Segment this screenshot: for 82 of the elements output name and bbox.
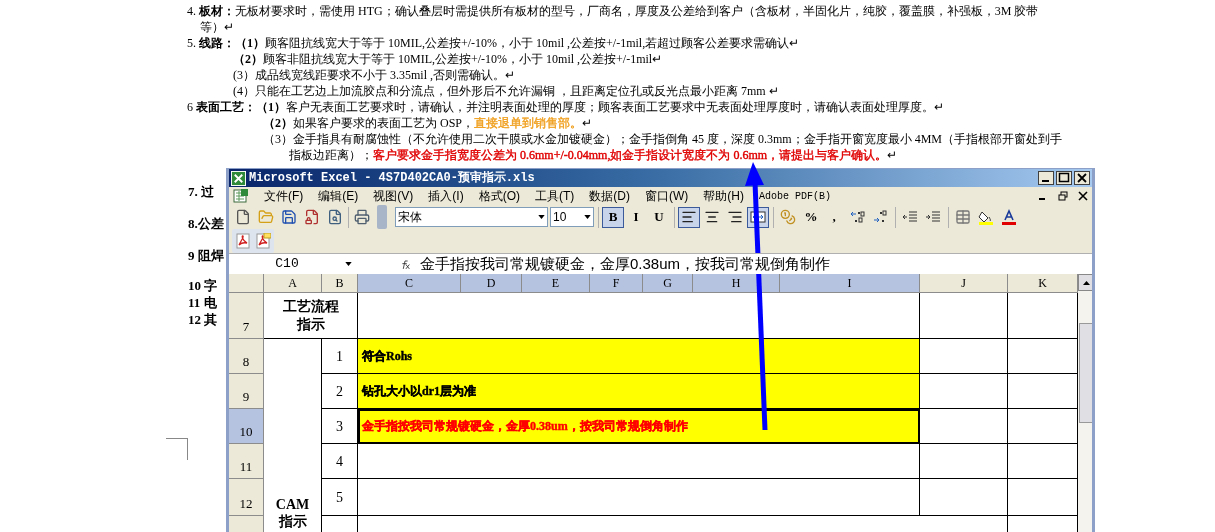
column-header[interactable]: J [920,274,1008,293]
menu-item[interactable]: 帮助(H) [703,187,744,205]
window-title: Microsoft Excel - 4S7D402CA0-预审指示.xls [249,170,535,187]
document-line: (3）成品线宽线距要求不小于 3.35mil ,否则需确认。↵ [232,67,516,83]
font-size-field[interactable]: 10 [550,207,594,227]
column-header[interactable]: D [461,274,522,293]
document-heading: 12 其 [188,312,219,328]
spreadsheet-app-icon [231,170,246,186]
formula-field[interactable]: 金手指按我司常规镀硬金，金厚0.38um，按我司常规倒角制作 [420,252,831,276]
pdf-icon[interactable] [235,233,251,249]
format-button[interactable]: % [800,206,822,228]
scroll-thumb[interactable] [1079,323,1092,423]
row-header[interactable]: 8 [229,339,264,374]
column-header[interactable]: H [693,274,780,293]
menu-item[interactable]: 文件(F) [264,187,304,205]
document-line: 5. 线路：（1）顾客阻抗线宽大于等于 10MIL,公差按+/-10%，小于 10mil ,公差按+/-1mil,若超过顾客公差要求需确认↵ [186,35,801,51]
cell-text: 金手指按我司常规镀硬金，金厚0.38um，按我司常规倒角制作 [362,418,688,435]
cell-text: 符合Rohs [362,348,412,365]
menu-item[interactable]: 工具(T) [535,187,575,205]
table-cell: 工艺流程指示 [264,293,358,339]
format-button[interactable]: I [625,206,647,228]
row-header[interactable]: 10 [229,409,264,444]
document-heading: 8.公差 [188,216,225,232]
document-heading: 11 电 [188,295,218,311]
column-header[interactable]: I [780,274,920,293]
document-line: （2）顾客非阻抗线宽大于等于 10MIL,公差按+/-10%，小于 10mil ,公差按+/-1mil↵ [232,51,664,67]
font-name-field[interactable]: 宋体 [395,207,548,227]
cell-text: 钻孔大小以dr1层为准 [362,383,476,400]
menu-item[interactable]: 插入(I) [428,187,464,205]
format-button[interactable]: , [823,206,845,228]
document-heading: 10 字 [188,278,219,294]
crop-mark [166,438,188,460]
column-header[interactable]: E [522,274,590,293]
document-line: 等）↵ [199,19,235,35]
table-cell[interactable]: 符合Rohs [358,339,920,374]
table-cell[interactable]: 金手指按我司常规镀硬金，金厚0.38um，按我司常规倒角制作 [358,409,920,444]
select-all-corner[interactable] [229,274,264,293]
format-button[interactable]: B [602,206,624,228]
name-box[interactable]: C10 [229,254,360,274]
row-header[interactable]: 7 [229,293,264,339]
column-header[interactable]: C [358,274,461,293]
document-line: （2）如果客户要求的表面工艺为 OSP，直接退单到销售部。↵ [262,115,593,131]
workbook-icon[interactable] [233,188,249,204]
vertical-scrollbar[interactable] [1078,274,1092,532]
column-header[interactable]: K [1008,274,1078,293]
document-line: 6 表面工艺：（1）客户无表面工艺要求时，请确认，并注明表面处理的厚度；顾客表面工艺要求中无表面处理厚度时，请确认表面处理厚度。↵ [186,99,945,115]
document-line: (4）只能在工艺边上加流胶点和分流点，但外形后不允许漏铜 ，且距离定位孔或反光点最小距离 7mm ↵ [232,83,780,99]
row-header[interactable] [229,516,264,532]
table-cell[interactable] [358,479,920,516]
menu-item[interactable]: 格式(O) [478,187,520,205]
format-button[interactable]: U [648,206,670,228]
toolbar-handle[interactable] [377,205,387,229]
row-header[interactable]: 11 [229,444,264,479]
table-cell: CAM指示 [264,339,322,532]
document-line: 4. 板材：无板材要求时，需使用 HTG；确认叠层时需提供所有板材的型号，厂商名，厚度及公差给到客户（含板材，半固化片，纯胶，覆盖膜，补强板，3M 胶带 [186,3,1040,19]
menu-item[interactable]: 编辑(E) [318,187,359,205]
caret-icon[interactable] [584,215,591,219]
table-cell[interactable] [358,444,920,479]
column-header[interactable]: B [322,274,358,293]
column-header[interactable]: G [643,274,693,293]
document-line: （3）金手指具有耐腐蚀性（不允许使用二次干膜或水金加镀硬金）；金手指倒角 45 度，深度 0.3mm；金手指开窗宽度最小 4MM（手指根部开窗处到手 [262,131,1063,147]
menu-item[interactable]: 数据(D) [589,187,630,205]
menu-item[interactable]: 视图(V) [373,187,414,205]
pdf-icon[interactable] [255,233,271,249]
row-header[interactable]: 12 [229,479,264,516]
close-icon[interactable] [1078,191,1088,201]
caret-icon[interactable] [538,215,545,219]
scroll-up-icon[interactable] [1078,274,1092,291]
maximize-icon[interactable] [1056,171,1072,185]
caret-icon[interactable] [345,262,352,266]
document-heading: 7. 过 [188,184,215,200]
restore-icon[interactable] [1058,191,1068,201]
menu-item[interactable]: Adobe PDF(B) [759,188,831,204]
table-cell[interactable]: 钻孔大小以dr1层为准 [358,374,920,409]
menu-item[interactable]: 窗口(W) [645,187,689,205]
minimize-icon[interactable] [1038,171,1054,185]
column-header[interactable]: A [264,274,322,293]
document-heading: 9 阻焊 [188,248,225,264]
row-header[interactable]: 9 [229,374,264,409]
close-icon[interactable] [1074,171,1090,185]
column-header[interactable]: F [590,274,643,293]
document-line: 指板边距离）；客户要求金手指宽度公差为 0.6mm+/-0.04mm,如金手指设计宽度不为 0.6mm，请提出与客户确认。↵ [288,147,899,163]
